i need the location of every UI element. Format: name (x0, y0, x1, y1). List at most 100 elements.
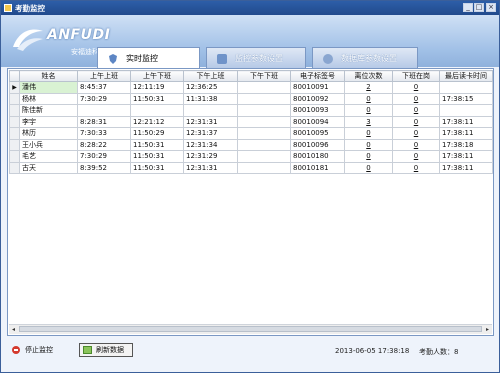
cell[interactable] (439, 81, 493, 94)
cell[interactable]: 17:38:11 (439, 127, 493, 140)
table-row[interactable]: 杨林 7:30:29 11:50:31 11:31:38 80010092 0 … (9, 92, 493, 105)
cell[interactable]: 12:31:31 (183, 161, 238, 174)
cell[interactable]: 80010093 (290, 104, 345, 117)
column-header[interactable]: 下午上班 (183, 70, 238, 82)
on-duty-link[interactable]: 0 (392, 127, 440, 140)
table-row[interactable]: 古天 8:39:52 11:50:31 12:31:31 80010181 0 … (9, 161, 493, 174)
name-cell[interactable]: 陈佳新 (19, 104, 78, 117)
leave-count-link[interactable]: 0 (344, 104, 393, 117)
cell[interactable]: 11:50:31 (130, 161, 184, 174)
cell[interactable]: 17:38:11 (439, 150, 493, 163)
table-row[interactable]: 林历 7:30:33 11:50:29 12:31:37 80010095 0 … (9, 127, 493, 140)
table-row[interactable]: 毛艺 7:30:29 11:50:31 12:31:29 80010180 0 … (9, 150, 493, 163)
table-row[interactable]: ▶ 潘伟 8:45:37 12:11:19 12:36:25 80010091 … (9, 81, 493, 94)
column-header[interactable]: 下班在岗 (392, 70, 440, 82)
cell[interactable]: 80010094 (290, 115, 345, 128)
column-header[interactable]: 离位次数 (344, 70, 393, 82)
column-header[interactable]: 上午上班 (77, 70, 131, 82)
refresh-data-button[interactable]: 刷新数据 (79, 343, 133, 357)
scroll-thumb[interactable] (19, 326, 482, 332)
cell[interactable]: 11:50:31 (130, 92, 184, 105)
cell[interactable]: 80010180 (290, 150, 345, 163)
column-header[interactable]: 上午下班 (130, 70, 184, 82)
cell[interactable]: 17:38:18 (439, 138, 493, 151)
cell[interactable]: 8:39:52 (77, 161, 131, 174)
on-duty-link[interactable]: 0 (392, 138, 440, 151)
cell[interactable]: 11:50:31 (130, 138, 184, 151)
close-button[interactable]: × (486, 3, 496, 12)
cell[interactable]: 11:50:31 (130, 150, 184, 163)
cell[interactable]: 17:38:11 (439, 115, 493, 128)
minimize-button[interactable]: _ (463, 3, 473, 12)
name-cell[interactable]: 古天 (19, 161, 78, 174)
name-cell[interactable]: 李宇 (19, 115, 78, 128)
on-duty-link[interactable]: 0 (392, 161, 440, 174)
cell[interactable]: 80010091 (290, 81, 345, 94)
horizontal-scrollbar[interactable]: ◂ ▸ (9, 324, 492, 334)
scroll-left-arrow-icon[interactable]: ◂ (9, 325, 18, 334)
name-cell[interactable]: 杨林 (19, 92, 78, 105)
attendance-grid[interactable]: 姓名 上午上班 上午下班 下午上班 下午下班 电子标签号 离位次数 下班在岗 最… (7, 68, 494, 336)
table-row[interactable]: 陈佳新 80010093 0 0 (9, 104, 493, 117)
name-cell[interactable]: 潘伟 (19, 81, 78, 94)
scroll-right-arrow-icon[interactable]: ▸ (483, 325, 492, 334)
leave-count-link[interactable]: 2 (344, 81, 393, 94)
cell[interactable] (237, 104, 291, 117)
cell[interactable]: 12:31:31 (183, 115, 238, 128)
cell[interactable]: 12:11:19 (130, 81, 184, 94)
table-row[interactable]: 李宇 8:28:31 12:21:12 12:31:31 80010094 3 … (9, 115, 493, 128)
cell[interactable]: 12:21:12 (130, 115, 184, 128)
cell[interactable]: 12:31:29 (183, 150, 238, 163)
cell[interactable] (183, 104, 238, 117)
cell[interactable] (237, 150, 291, 163)
cell[interactable] (237, 127, 291, 140)
cell[interactable]: 7:30:33 (77, 127, 131, 140)
name-cell[interactable]: 毛艺 (19, 150, 78, 163)
leave-count-link[interactable]: 3 (344, 115, 393, 128)
leave-count-link[interactable]: 0 (344, 92, 393, 105)
cell[interactable] (237, 92, 291, 105)
cell[interactable]: 80010095 (290, 127, 345, 140)
cell[interactable]: 80010096 (290, 138, 345, 151)
cell[interactable]: 8:28:22 (77, 138, 131, 151)
on-duty-link[interactable]: 0 (392, 150, 440, 163)
cell[interactable] (237, 138, 291, 151)
on-duty-link[interactable]: 0 (392, 115, 440, 128)
tab-database-settings[interactable]: 数据库参数设置 (312, 47, 418, 69)
leave-count-link[interactable]: 0 (344, 138, 393, 151)
leave-count-link[interactable]: 0 (344, 150, 393, 163)
on-duty-link[interactable]: 0 (392, 81, 440, 94)
on-duty-link[interactable]: 0 (392, 104, 440, 117)
cell[interactable]: 80010092 (290, 92, 345, 105)
column-header[interactable]: 姓名 (19, 70, 78, 82)
cell[interactable]: 17:38:11 (439, 161, 493, 174)
cell[interactable]: 7:30:29 (77, 92, 131, 105)
cell[interactable]: 11:31:38 (183, 92, 238, 105)
cell[interactable] (439, 104, 493, 117)
cell[interactable]: 12:31:34 (183, 138, 238, 151)
on-duty-link[interactable]: 0 (392, 92, 440, 105)
name-cell[interactable]: 王小兵 (19, 138, 78, 151)
cell[interactable]: 11:50:29 (130, 127, 184, 140)
tab-realtime-monitor[interactable]: 实时监控 (97, 47, 200, 69)
cell[interactable] (130, 104, 184, 117)
cell[interactable]: 7:30:29 (77, 150, 131, 163)
cell[interactable]: 8:28:31 (77, 115, 131, 128)
cell[interactable] (237, 161, 291, 174)
table-row[interactable]: 王小兵 8:28:22 11:50:31 12:31:34 80010096 0… (9, 138, 493, 151)
cell[interactable] (237, 115, 291, 128)
column-header[interactable]: 电子标签号 (290, 70, 345, 82)
name-cell[interactable]: 林历 (19, 127, 78, 140)
column-header[interactable]: 下午下班 (237, 70, 291, 82)
cell[interactable]: 12:31:37 (183, 127, 238, 140)
cell[interactable] (77, 104, 131, 117)
cell[interactable]: 12:36:25 (183, 81, 238, 94)
column-header[interactable]: 最后读卡时间 (439, 70, 493, 82)
maximize-button[interactable]: □ (474, 3, 484, 12)
cell[interactable] (237, 81, 291, 94)
cell[interactable]: 8:45:37 (77, 81, 131, 94)
cell[interactable]: 17:38:15 (439, 92, 493, 105)
cell[interactable]: 80010181 (290, 161, 345, 174)
leave-count-link[interactable]: 0 (344, 127, 393, 140)
stop-monitor-button[interactable]: 停止监控 (9, 343, 64, 357)
